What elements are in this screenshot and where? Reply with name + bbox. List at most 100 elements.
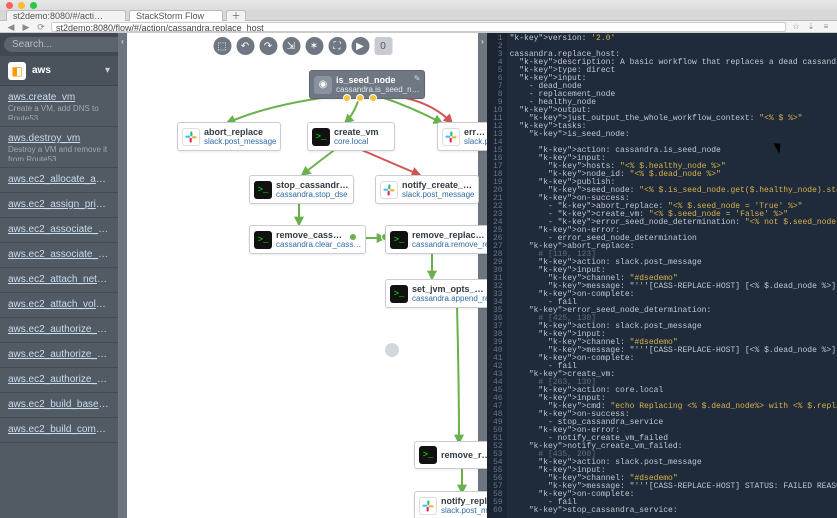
item-title: aws.ec2_authorize_security_gro… (8, 349, 110, 360)
item-title: aws.ec2_build_complex_list_para… (8, 424, 110, 435)
chevron-down-icon: ▾ (105, 65, 110, 76)
canvas-toolbar: ⬚ ↶ ↷ ⇲ ✶ ⛶ ▶ 0 (213, 37, 392, 55)
node-remove-replac[interactable]: remove_replac…cassandra.remove_re… (385, 225, 502, 254)
item-title: aws.ec2_attach_volume (8, 299, 110, 310)
browser-tabstrip: st2demo:8080/#/actions StackStorm Flow ＋ (0, 10, 837, 21)
canvas-tool-2[interactable]: ↷ (259, 37, 277, 55)
sidebar-item-2[interactable]: aws.ec2_allocate_address (0, 168, 118, 193)
close-dot[interactable] (6, 2, 13, 9)
node-remove-replac-2[interactable]: remove_r… (414, 441, 496, 469)
terminal-icon (254, 181, 272, 199)
node-set-jvm-opts[interactable]: set_jvm_opts_…cassandra.append_re… (385, 279, 502, 308)
terminal-icon (390, 231, 408, 249)
workflow-canvas[interactable]: ⬚ ↶ ↷ ⇲ ✶ ⛶ ▶ 0 (127, 33, 478, 518)
canvas-tool-4[interactable]: ✶ (305, 37, 323, 55)
sidebar-item-1[interactable]: aws.destroy_vmDestroy a VM and remove it… (0, 127, 118, 168)
node-subtitle: cassandra.remove_re… (412, 240, 497, 249)
new-tab-button[interactable]: ＋ (226, 10, 246, 21)
menu-button[interactable]: ≡ (821, 22, 831, 32)
browser-tab-1[interactable]: st2demo:8080/#/actions (6, 10, 126, 21)
canvas-tool-0[interactable]: ⬚ (213, 37, 231, 55)
item-desc: Destroy a VM and remove it from Route53 (8, 145, 110, 161)
node-title: notify_create_… (402, 180, 474, 190)
node-subtitle: slack.post_message (402, 190, 474, 199)
node-create-vm[interactable]: create_vmcore.local (307, 122, 395, 151)
action-list[interactable]: aws.create_vmCreate a VM, add DNS to Rou… (0, 86, 118, 518)
item-title: aws.ec2_authorize_security_gro… (8, 374, 110, 385)
item-title: aws.ec2_associate_address (8, 224, 110, 235)
canvas-tool-6[interactable]: ▶ (351, 37, 369, 55)
node-title: create_vm (334, 127, 379, 137)
star-button[interactable]: ☆ (791, 22, 801, 32)
node-icon (314, 76, 332, 94)
sidebar-item-11[interactable]: aws.ec2_build_base_http_request (0, 393, 118, 418)
minimize-dot[interactable] (18, 2, 25, 9)
slack-icon (419, 497, 437, 515)
item-title: aws.ec2_allocate_address (8, 174, 110, 185)
node-title: set_jvm_opts_… (412, 284, 497, 294)
terminal-icon (312, 128, 330, 146)
canvas-tool-7[interactable]: 0 (374, 37, 392, 55)
terminal-icon (419, 446, 437, 464)
node-subtitle: cassandra.append_re… (412, 294, 497, 303)
item-title: aws.ec2_attach_network_interface (8, 274, 110, 285)
item-title: aws.destroy_vm (8, 133, 110, 144)
slack-icon (380, 181, 398, 199)
node-stop-cassandra[interactable]: stop_cassandr…cassandra.stop_dse (249, 175, 354, 204)
sidebar-item-6[interactable]: aws.ec2_attach_network_interface (0, 268, 118, 293)
line-gutter: 1234567891011121314151617181920212223242… (487, 33, 507, 518)
zoom-dot[interactable] (30, 2, 37, 9)
browser-tab-2[interactable]: StackStorm Flow (129, 10, 223, 21)
node-abort-replace[interactable]: abort_replaceslack.post_message (177, 122, 281, 151)
sidebar-item-3[interactable]: aws.ec2_assign_private_ip_addres… (0, 193, 118, 218)
node-subtitle: cassandra.clear_cass… (276, 240, 361, 249)
browser-toolbar: ◀ ▶ ⟳ st2demo:8080/flow/#/action/cassand… (0, 21, 837, 33)
node-subtitle: cassandra.stop_dse (276, 190, 349, 199)
node-title: stop_cassandr… (276, 180, 349, 190)
group-label: aws (32, 65, 99, 76)
node-is-seed-node[interactable]: is_seed_node cassandra.is_seed_n… ✎ (309, 70, 425, 99)
forward-button[interactable]: ▶ (21, 22, 31, 32)
node-title: remove_replac… (412, 230, 497, 240)
collapse-sidebar-toggle[interactable] (118, 33, 127, 518)
node-subtitle: cassandra.is_seed_n… (336, 85, 420, 94)
node-title: remove_r… (441, 450, 491, 460)
item-title: aws.ec2_assign_private_ip_addres… (8, 199, 110, 210)
loading-spinner (385, 343, 399, 357)
sidebar-group-aws[interactable]: ◧ aws ▾ (0, 56, 118, 86)
item-title: aws.ec2_build_base_http_request (8, 399, 110, 410)
reload-button[interactable]: ⟳ (36, 22, 46, 32)
node-title: abort_replace (204, 127, 276, 137)
node-title: is_seed_node (336, 75, 420, 85)
sidebar-item-12[interactable]: aws.ec2_build_complex_list_para… (0, 418, 118, 443)
item-desc: Create a VM, add DNS to Route53 (8, 104, 110, 120)
sidebar-item-10[interactable]: aws.ec2_authorize_security_gro… (0, 368, 118, 393)
node-subtitle: slack.post_message (204, 137, 276, 146)
sidebar-item-5[interactable]: aws.ec2_associate_address_object (0, 243, 118, 268)
action-sidebar: ⌕ ◧ aws ▾ aws.create_vmCreate a VM, add … (0, 33, 118, 518)
canvas-tool-5[interactable]: ⛶ (328, 37, 346, 55)
back-button[interactable]: ◀ (6, 22, 16, 32)
node-remove-cass[interactable]: remove_cass…cassandra.clear_cass… (249, 225, 366, 254)
sidebar-item-9[interactable]: aws.ec2_authorize_security_gro… (0, 343, 118, 368)
download-button[interactable]: ⇣ (806, 22, 816, 32)
code-body[interactable]: "k-key">version: '2.0' cassandra.replace… (507, 33, 837, 518)
item-title: aws.ec2_associate_address_object (8, 249, 110, 260)
item-title: aws.create_vm (8, 92, 110, 103)
sidebar-item-8[interactable]: aws.ec2_authorize_security_group (0, 318, 118, 343)
slack-icon (182, 128, 200, 146)
terminal-icon (390, 285, 408, 303)
sidebar-item-0[interactable]: aws.create_vmCreate a VM, add DNS to Rou… (0, 86, 118, 127)
sidebar-item-7[interactable]: aws.ec2_attach_volume (0, 293, 118, 318)
window-traffic-lights (0, 0, 837, 10)
item-title: aws.ec2_authorize_security_group (8, 324, 110, 335)
address-bar[interactable]: st2demo:8080/flow/#/action/cassandra.rep… (51, 22, 786, 32)
node-notify-create[interactable]: notify_create_…slack.post_message (375, 175, 479, 204)
yaml-editor[interactable]: 1234567891011121314151617181920212223242… (487, 33, 837, 518)
sidebar-item-4[interactable]: aws.ec2_associate_address (0, 218, 118, 243)
gear-icon[interactable]: ✎ (414, 74, 421, 83)
canvas-tool-1[interactable]: ↶ (236, 37, 254, 55)
slack-icon (442, 128, 460, 146)
app-root: ⌕ ◧ aws ▾ aws.create_vmCreate a VM, add … (0, 33, 837, 518)
canvas-tool-3[interactable]: ⇲ (282, 37, 300, 55)
